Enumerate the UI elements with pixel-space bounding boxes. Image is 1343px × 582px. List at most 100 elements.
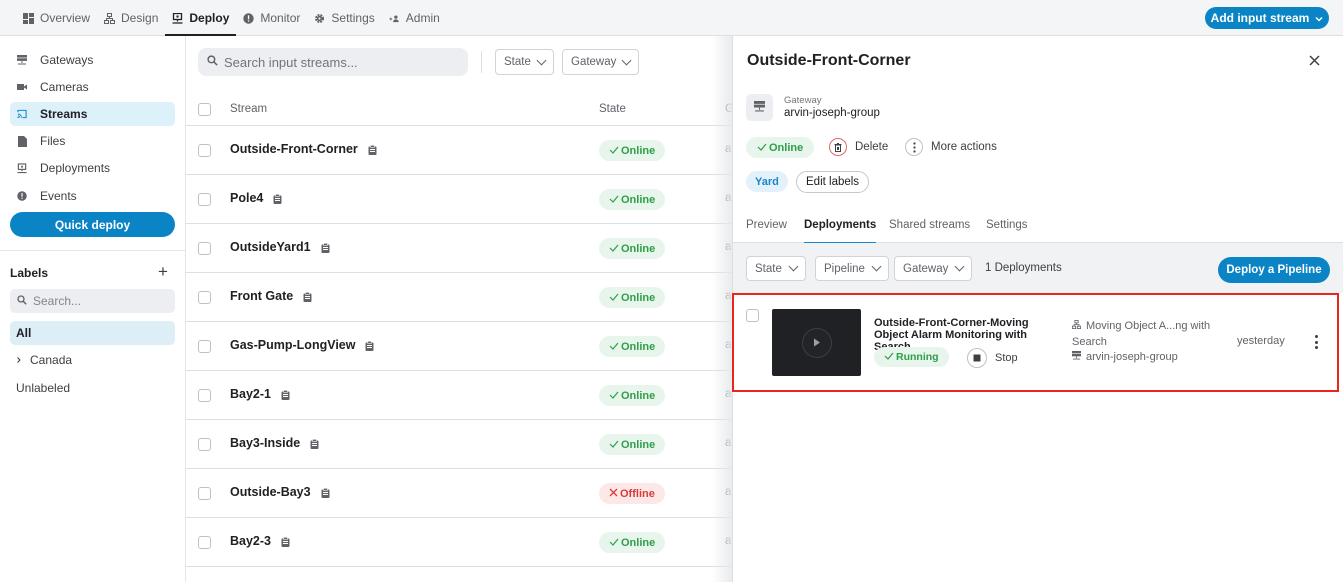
nav-deploy[interactable]: Deploy (165, 0, 237, 36)
nav-monitor[interactable]: Monitor (236, 0, 307, 36)
deployments-state-filter[interactable]: State (746, 256, 806, 281)
clipboard-icon[interactable] (281, 389, 290, 400)
stream-name-cell[interactable]: Bay2-3 (230, 534, 290, 548)
gateway-name[interactable]: arvin-joseph-group (784, 107, 880, 119)
deployments-pipeline-filter[interactable]: Pipeline (815, 256, 889, 281)
stream-name-cell[interactable]: Bay2-1 (230, 387, 290, 401)
row-checkbox[interactable] (198, 242, 211, 255)
table-row[interactable]: Front GateOnlinea (186, 273, 732, 322)
label-item-canada[interactable]: Canada (10, 348, 175, 372)
row-checkbox[interactable] (198, 144, 211, 157)
pipeline-name[interactable]: Moving Object A...ng with Search (1072, 320, 1210, 348)
close-icon[interactable] (1309, 54, 1320, 70)
stream-name[interactable]: Bay2-3 (230, 534, 271, 548)
stream-name-cell[interactable]: Outside-Front-Corner (230, 142, 377, 156)
sidebar-item-cameras[interactable]: Cameras (10, 75, 175, 99)
row-checkbox[interactable] (198, 193, 211, 206)
row-checkbox[interactable] (198, 340, 211, 353)
label-item-unlabeled[interactable]: Unlabeled (10, 376, 175, 400)
stream-name[interactable]: Bay3-Inside (230, 436, 300, 450)
sidebar-item-label: Gateways (40, 53, 94, 67)
clipboard-icon[interactable] (281, 536, 290, 547)
stream-name[interactable]: OutsideYard1 (230, 240, 311, 254)
streams-search-field[interactable] (198, 48, 468, 76)
stop-button[interactable]: Stop (967, 348, 1018, 368)
chevron-right-icon[interactable] (16, 353, 22, 367)
tab-deployments[interactable]: Deployments (804, 206, 877, 244)
stream-name[interactable]: Front Gate (230, 289, 293, 303)
add-label-button[interactable]: + (158, 262, 168, 282)
stream-name-cell[interactable]: OutsideYard1 (230, 240, 330, 254)
deployments-gateway-filter[interactable]: Gateway (894, 256, 973, 281)
table-row[interactable]: Bay2-3Onlinea (186, 518, 732, 567)
stream-name-cell[interactable]: Front Gate (230, 289, 312, 303)
clipboard-icon[interactable] (365, 340, 374, 351)
table-row[interactable]: Bay3-InsideOnlinea (186, 420, 732, 469)
gateway-filter-dropdown[interactable]: Gateway (562, 49, 640, 75)
row-checkbox[interactable] (198, 487, 211, 500)
streams-search-input[interactable] (224, 54, 464, 70)
row-checkbox[interactable] (198, 389, 211, 402)
deployment-row[interactable]: Outside-Front-Corner-Moving Object Alarm… (733, 293, 1343, 393)
status-text: Offline (620, 487, 655, 500)
delete-button[interactable]: Delete (829, 138, 888, 156)
labels-search-field[interactable] (10, 289, 175, 313)
sidebar-item-events[interactable]: Events (10, 184, 175, 208)
deployment-gateway-name[interactable]: arvin-joseph-group (1086, 351, 1178, 363)
clipboard-icon[interactable] (321, 487, 330, 498)
clipboard-icon[interactable] (321, 242, 330, 253)
clipboard-icon[interactable] (303, 291, 312, 302)
stream-name-cell[interactable]: Pole4 (230, 191, 282, 205)
more-vertical-icon[interactable] (1311, 333, 1321, 351)
table-row[interactable]: Outside-Bay3Offlinea (186, 469, 732, 518)
tab-settings[interactable]: Settings (986, 206, 1028, 243)
nav-overview[interactable]: Overview (16, 0, 97, 36)
row-checkbox[interactable] (198, 291, 211, 304)
nav-settings[interactable]: Settings (307, 0, 381, 36)
tab-shared-streams[interactable]: Shared streams (889, 206, 970, 243)
column-header-stream[interactable]: Stream (230, 94, 267, 124)
status-text: Online (621, 389, 656, 402)
stream-name-cell[interactable]: Bay3-Inside (230, 436, 319, 450)
stream-name[interactable]: Outside-Bay3 (230, 485, 311, 499)
clipboard-icon[interactable] (368, 144, 377, 155)
stream-name[interactable]: Pole4 (230, 191, 263, 205)
quick-deploy-button[interactable]: Quick deploy (10, 212, 175, 237)
more-actions-button[interactable]: More actions (905, 138, 997, 156)
add-input-stream-button[interactable]: Add input stream (1205, 7, 1329, 29)
column-header-state[interactable]: State (599, 94, 626, 124)
select-all-checkbox[interactable] (198, 102, 211, 116)
sidebar-item-deployments[interactable]: Deployments (10, 156, 175, 180)
label-item-all[interactable]: All (10, 321, 175, 345)
sidebar-item-streams[interactable]: Streams (10, 102, 175, 126)
tab-preview[interactable]: Preview (746, 206, 787, 243)
row-checkbox[interactable] (198, 438, 211, 451)
stream-name-cell[interactable]: Outside-Bay3 (230, 485, 330, 499)
nav-design[interactable]: Design (97, 0, 165, 36)
table-row[interactable]: Gas-Pump-LongViewOnlinea (186, 322, 732, 371)
edit-labels-button[interactable]: Edit labels (796, 171, 870, 193)
nav-label: Monitor (260, 11, 301, 25)
stream-name[interactable]: Outside-Front-Corner (230, 142, 358, 156)
state-filter-dropdown[interactable]: State (495, 49, 554, 75)
clipboard-icon[interactable] (310, 438, 319, 449)
deploy-pipeline-button[interactable]: Deploy a Pipeline (1218, 257, 1330, 283)
deployment-checkbox[interactable] (746, 309, 759, 322)
delete-label: Delete (855, 141, 889, 153)
stream-name-cell[interactable]: Gas-Pump-LongView (230, 338, 374, 352)
video-thumbnail[interactable] (772, 309, 861, 376)
labels-search-input[interactable] (33, 294, 173, 308)
table-row[interactable]: Bay2-1Onlinea (186, 371, 732, 420)
play-icon[interactable] (801, 327, 832, 358)
sidebar-item-gateways[interactable]: Gateways (10, 48, 175, 72)
table-row[interactable]: Pole4Onlinea (186, 175, 732, 224)
stream-name[interactable]: Bay2-1 (230, 387, 271, 401)
table-row[interactable]: OutsideYard1Onlinea (186, 224, 732, 273)
clipboard-icon[interactable] (273, 193, 282, 204)
stream-name[interactable]: Gas-Pump-LongView (230, 338, 355, 352)
row-checkbox[interactable] (198, 536, 211, 549)
nav-admin[interactable]: Admin (382, 0, 447, 36)
label-chip[interactable]: Yard (746, 171, 788, 192)
sidebar-item-files[interactable]: Files (10, 129, 175, 153)
table-row[interactable]: Outside-Front-CornerOnlinea (186, 126, 732, 175)
